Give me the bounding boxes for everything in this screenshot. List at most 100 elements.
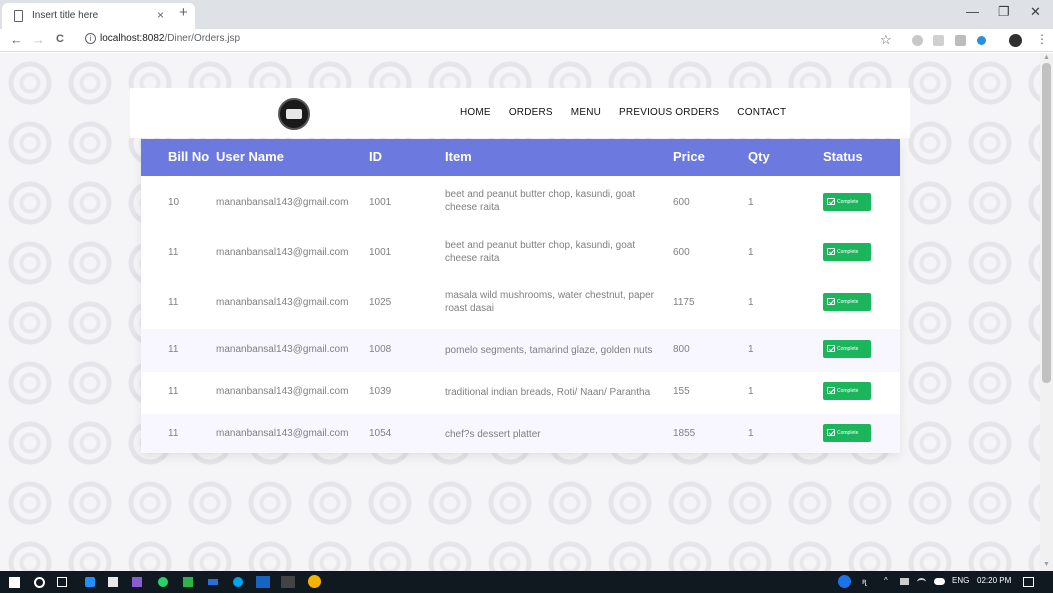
store-icon[interactable] (108, 577, 118, 587)
browser-menu-icon[interactable]: ⋮ (1036, 32, 1048, 46)
cell-bill-no: 11 (168, 386, 179, 397)
orders-table: Bill No User Name ID Item Price Qty Stat… (141, 139, 900, 453)
tab-close-icon[interactable]: × (157, 8, 164, 22)
app-icon[interactable] (256, 576, 270, 588)
reload-button[interactable]: C (56, 32, 64, 47)
table-row: 11 mananbansal143@gmail.com 1008 pomelo … (141, 329, 900, 372)
restaurant-logo[interactable] (278, 98, 310, 130)
language-indicator[interactable]: ENG (952, 576, 969, 585)
check-square-icon (827, 298, 835, 305)
cell-id: 1025 (369, 297, 392, 308)
status-complete-button[interactable]: Complete (823, 193, 871, 211)
back-button[interactable]: ← (10, 32, 23, 47)
tab-title: Insert title here (32, 10, 99, 21)
nav-home[interactable]: HOME (460, 107, 491, 118)
nav-contact[interactable]: CONTACT (737, 107, 786, 118)
check-square-icon (827, 248, 835, 255)
extension-icon[interactable] (912, 35, 923, 46)
clock[interactable]: 02:20 PM (977, 576, 1011, 585)
browser-tab-bar: Insert title here × + — ❐ ✕ (0, 0, 1053, 29)
cloud-extension-icon[interactable] (977, 36, 986, 45)
cell-qty: 1 (748, 197, 754, 208)
help-icon[interactable] (838, 575, 851, 588)
visual-studio-icon[interactable] (132, 577, 142, 587)
cell-item: beet and peanut butter chop, kasundi, go… (445, 240, 636, 264)
browser-toolbar: ← → C i localhost:8082/Diner/Orders.jsp … (0, 29, 1053, 52)
status-label: Complete (837, 388, 859, 394)
cell-price: 600 (673, 247, 690, 258)
status-complete-button[interactable]: Complete (823, 382, 871, 400)
scroll-down-icon[interactable]: ▼ (1043, 561, 1050, 568)
cell-item: beet and peanut butter chop, kasundi, go… (445, 189, 636, 213)
people-icon[interactable]: ꭆ (862, 576, 866, 587)
status-complete-button[interactable]: Complete (823, 293, 871, 311)
forward-button[interactable]: → (32, 32, 45, 47)
windows-taskbar: ꭆ ^ ENG 02:20 PM (0, 571, 1053, 593)
cell-bill-no: 11 (168, 247, 179, 258)
vertical-scrollbar[interactable]: ▲ ▼ (1040, 53, 1053, 571)
cell-item: chef?s dessert platter (445, 429, 541, 440)
cell-user-name: mananbansal143@gmail.com (216, 386, 349, 397)
status-complete-button[interactable]: Complete (823, 424, 871, 442)
app-icon[interactable] (183, 577, 193, 587)
minimize-button[interactable]: — (966, 4, 979, 19)
search-icon[interactable] (34, 577, 45, 588)
extension-icon[interactable] (933, 35, 944, 46)
nav-previous-orders[interactable]: PREVIOUS ORDERS (619, 107, 719, 118)
windows-start-icon[interactable] (9, 577, 20, 588)
profile-avatar-icon[interactable] (1009, 34, 1022, 47)
cell-bill-no: 11 (168, 344, 179, 355)
maximize-button[interactable]: ❐ (998, 4, 1010, 20)
cloud-icon[interactable] (934, 578, 945, 585)
table-row: 11 mananbansal143@gmail.com 1025 masala … (141, 278, 900, 329)
document-icon (14, 10, 23, 22)
table-header: Bill No User Name ID Item Price Qty Stat… (141, 139, 900, 176)
camera-extension-icon[interactable] (955, 35, 966, 46)
cell-qty: 1 (748, 344, 754, 355)
cell-user-name: mananbansal143@gmail.com (216, 344, 349, 355)
header-price: Price (673, 149, 705, 164)
status-label: Complete (837, 249, 859, 255)
cell-user-name: mananbansal143@gmail.com (216, 297, 349, 308)
nav-orders[interactable]: ORDERS (509, 107, 553, 118)
check-square-icon (827, 429, 835, 436)
url-text: localhost:8082/Diner/Orders.jsp (100, 33, 240, 44)
notification-icon[interactable] (1023, 577, 1034, 587)
page-viewport: HOME ORDERS MENU PREVIOUS ORDERS CONTACT… (0, 53, 1040, 571)
cell-item: traditional indian breads, Roti/ Naan/ P… (445, 387, 651, 398)
header-status: Status (823, 149, 863, 164)
scroll-up-icon[interactable]: ▲ (1043, 54, 1050, 61)
cell-price: 155 (673, 386, 690, 397)
table-row: 11 mananbansal143@gmail.com 1054 chef?s … (141, 414, 900, 453)
cell-bill-no: 11 (168, 297, 179, 308)
cell-item: pomelo segments, tamarind glaze, golden … (445, 345, 653, 356)
task-view-icon[interactable] (57, 577, 67, 587)
table-row: 11 mananbansal143@gmail.com 1039 traditi… (141, 372, 900, 414)
new-tab-button[interactable]: + (179, 5, 188, 21)
chrome-icon[interactable] (308, 575, 321, 588)
nav-menu[interactable]: MENU (571, 107, 601, 118)
app-icon[interactable] (208, 579, 218, 585)
status-label: Complete (837, 199, 859, 205)
address-bar[interactable]: i localhost:8082/Diner/Orders.jsp (78, 31, 908, 49)
check-square-icon (827, 198, 835, 205)
whatsapp-icon[interactable] (158, 577, 168, 587)
chevron-up-icon[interactable]: ^ (884, 576, 888, 585)
cell-id: 1039 (369, 386, 392, 397)
wifi-icon[interactable] (917, 578, 926, 586)
app-icon[interactable] (281, 576, 295, 588)
header-user-name: User Name (216, 149, 284, 164)
header-qty: Qty (748, 149, 770, 164)
app-icon[interactable] (85, 577, 95, 587)
status-label: Complete (837, 430, 859, 436)
browser-tab[interactable]: Insert title here × (2, 3, 195, 29)
close-window-button[interactable]: ✕ (1030, 4, 1041, 20)
cell-qty: 1 (748, 428, 754, 439)
edge-icon[interactable] (233, 577, 243, 587)
battery-icon[interactable] (900, 578, 909, 585)
info-icon[interactable]: i (85, 33, 96, 44)
status-complete-button[interactable]: Complete (823, 340, 871, 358)
scroll-thumb[interactable] (1042, 63, 1051, 383)
bookmark-star-icon[interactable]: ☆ (880, 32, 892, 48)
status-complete-button[interactable]: Complete (823, 243, 871, 261)
